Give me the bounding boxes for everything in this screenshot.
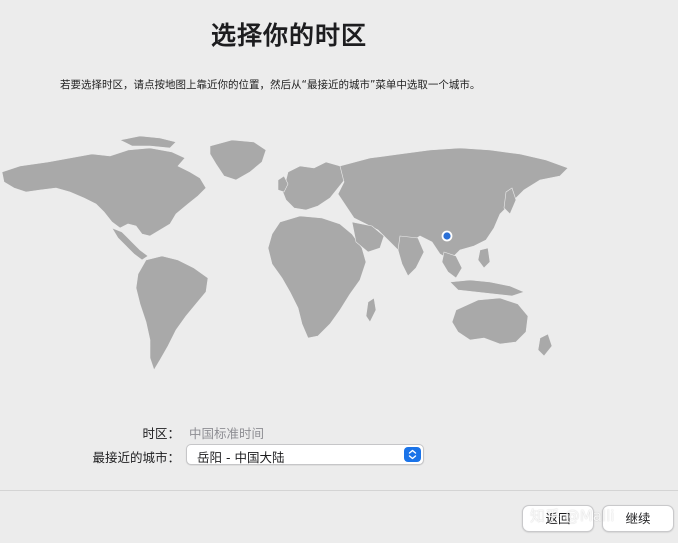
instruction-text: 若要选择时区，请点按地图上靠近你的位置，然后从“最接近的城市”菜单中选取一个城市…	[60, 79, 481, 91]
map-arctic-islands	[119, 135, 177, 149]
closest-city-label: 最接近的城市：	[92, 450, 180, 465]
map-indonesia	[449, 279, 525, 297]
closest-city-selected-value: 岳阳 - 中国大陆	[197, 450, 285, 465]
timezone-value: 中国标准时间	[189, 426, 265, 441]
map-greenland	[209, 139, 267, 181]
timezone-setup-window: 选择你的时区 若要选择时区，请点按地图上靠近你的位置，然后从“最接近的城市”菜单…	[0, 0, 678, 543]
map-europe	[281, 161, 347, 211]
world-map[interactable]	[0, 132, 600, 392]
map-madagascar	[365, 297, 377, 323]
map-australia	[451, 297, 529, 345]
location-pin-icon[interactable]	[441, 230, 453, 242]
map-new-zealand	[537, 333, 553, 357]
map-india	[397, 235, 425, 277]
chevron-updown-icon[interactable]	[404, 447, 421, 462]
footer-divider	[0, 490, 678, 491]
map-south-america	[135, 255, 209, 371]
map-north-america	[1, 147, 207, 237]
map-southeast-asia	[441, 251, 463, 279]
timezone-label: 时区：	[142, 426, 180, 441]
closest-city-select[interactable]: 岳阳 - 中国大陆	[186, 444, 424, 465]
map-africa	[267, 215, 367, 339]
continue-button[interactable]: 继续	[602, 505, 674, 532]
page-title: 选择你的时区	[210, 21, 367, 50]
map-philippines	[477, 247, 491, 269]
back-button[interactable]: 返回	[522, 505, 594, 532]
